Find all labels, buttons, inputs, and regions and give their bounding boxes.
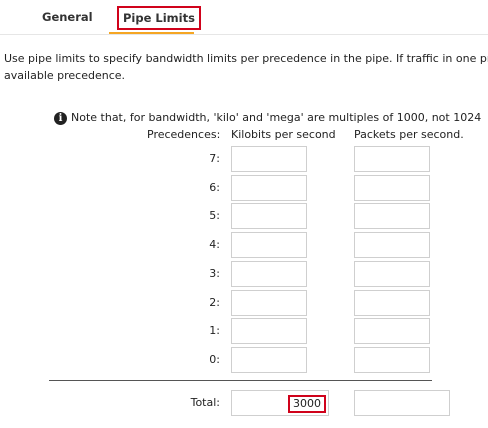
bandwidth-note: i Note that, for bandwidth, 'kilo' and '… (54, 110, 481, 126)
bandwidth-note-text: Note that, for bandwidth, 'kilo' and 'me… (71, 111, 482, 124)
header-precedences: Precedences: (147, 128, 221, 141)
pipe-limits-page: General Pipe Limits Use pipe limits to s… (0, 0, 488, 428)
kilobits-input[interactable] (231, 318, 307, 344)
packets-input[interactable] (354, 290, 430, 316)
total-divider (49, 380, 432, 381)
description-line-1: Use pipe limits to specify bandwidth lim… (4, 52, 488, 65)
total-kilobits-value: 3000 (288, 395, 326, 413)
packets-input[interactable] (354, 232, 430, 258)
total-kilobits-field[interactable]: 3000 (231, 390, 329, 416)
precedence-label: 7: (209, 152, 220, 165)
precedence-label: 6: (209, 181, 220, 194)
tab-bar: General Pipe Limits (0, 0, 488, 35)
total-packets-field[interactable] (354, 390, 450, 416)
total-label: Total: (190, 396, 220, 409)
packets-input[interactable] (354, 347, 430, 373)
kilobits-input[interactable] (231, 261, 307, 287)
header-packets: Packets per second. (354, 128, 464, 141)
precedence-label: 3: (209, 267, 220, 280)
header-kilobits: Kilobits per second (231, 128, 336, 141)
kilobits-input[interactable] (231, 175, 307, 201)
packets-input[interactable] (354, 318, 430, 344)
kilobits-input[interactable] (231, 232, 307, 258)
active-tab-indicator (109, 32, 194, 34)
kilobits-input[interactable] (231, 290, 307, 316)
description-line-2: available precedence. (4, 69, 126, 82)
info-icon: i (54, 111, 67, 125)
packets-input[interactable] (354, 146, 430, 172)
kilobits-input[interactable] (231, 146, 307, 172)
packets-input[interactable] (354, 261, 430, 287)
kilobits-input[interactable] (231, 347, 307, 373)
description: Use pipe limits to specify bandwidth lim… (4, 50, 488, 84)
precedence-label: 5: (209, 209, 220, 222)
packets-input[interactable] (354, 203, 430, 229)
packets-input[interactable] (354, 175, 430, 201)
precedence-label: 1: (209, 324, 220, 337)
precedence-label: 2: (209, 296, 220, 309)
tab-pipe-limits[interactable]: Pipe Limits (117, 6, 201, 30)
kilobits-input[interactable] (231, 203, 307, 229)
tab-general[interactable]: General (42, 8, 93, 26)
precedence-label: 4: (209, 238, 220, 251)
precedence-label: 0: (209, 353, 220, 366)
